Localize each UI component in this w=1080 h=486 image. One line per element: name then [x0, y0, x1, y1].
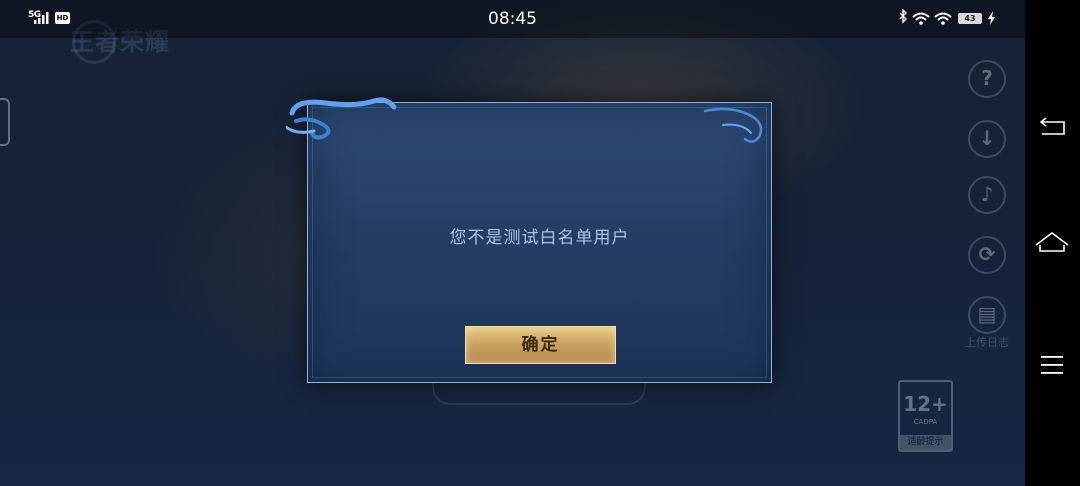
battery-icon: 43: [958, 13, 982, 24]
back-icon: [1039, 117, 1065, 135]
alert-dialog: 您不是测试白名单用户 确定: [286, 97, 772, 383]
dialog-message: 您不是测试白名单用户: [449, 228, 630, 248]
hd-voice-icon: HD: [55, 12, 70, 24]
home-button[interactable]: [1030, 227, 1074, 257]
cloud-ornament-icon: [286, 97, 397, 140]
signal-icon: [34, 12, 49, 24]
status-bar: 5G HD 08:45 43: [0, 0, 1025, 38]
back-button[interactable]: [1030, 113, 1074, 143]
cloud-ornament-right-icon: [703, 107, 763, 143]
charging-icon: [988, 11, 995, 25]
menu-icon: [1041, 356, 1063, 374]
status-time: 08:45: [488, 9, 537, 29]
home-icon: [1035, 232, 1069, 252]
bluetooth-wifi-icons: [899, 9, 952, 25]
confirm-button[interactable]: 确定: [465, 326, 616, 364]
menu-button[interactable]: [1030, 350, 1074, 380]
